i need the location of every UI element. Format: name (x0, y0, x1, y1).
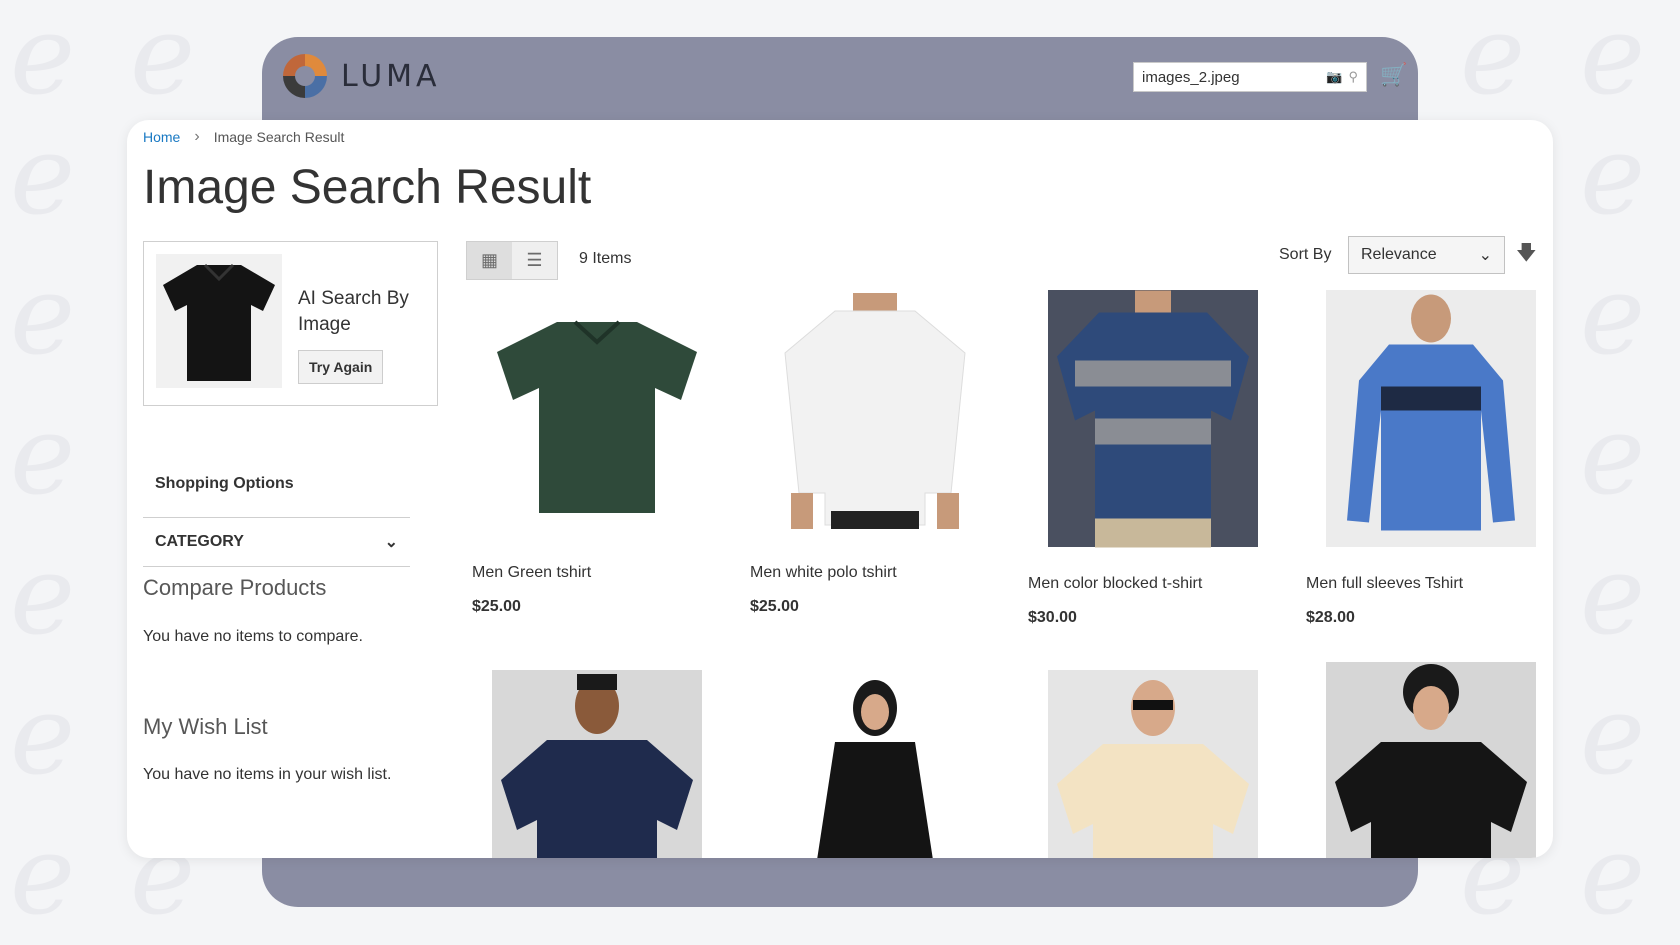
product-card[interactable]: Men Green tshirt $25.00 (472, 290, 722, 616)
sort-direction-icon[interactable]: 🡇 (1516, 238, 1537, 272)
product-card[interactable] (1306, 662, 1553, 858)
product-shirt-shape (501, 740, 693, 858)
camera-icon[interactable]: 📷 (1326, 69, 1342, 85)
product-image[interactable] (492, 670, 702, 858)
product-card[interactable]: Men white polo tshirt $25.00 (750, 290, 1000, 616)
compare-products-heading: Compare Products (143, 575, 327, 600)
search-input[interactable] (1142, 68, 1321, 86)
logo-icon (283, 54, 327, 98)
sort-by-label: Sort By (1279, 246, 1332, 263)
product-shirt-shape (784, 310, 966, 526)
product-shirt-shape (1057, 744, 1249, 858)
wish-list-text: You have no items in your wish list. (143, 766, 392, 783)
breadcrumb-home-link[interactable]: Home (143, 129, 180, 145)
product-price: $25.00 (472, 598, 521, 615)
product-name[interactable]: Men white polo tshirt (750, 564, 1000, 582)
compare-products-text: You have no items to compare. (143, 628, 363, 645)
try-again-button[interactable]: Try Again (298, 350, 384, 384)
category-filter[interactable]: CATEGORY ⌄ (143, 517, 410, 567)
grid-view-icon[interactable]: ▦ (467, 242, 512, 279)
breadcrumb-separator: › (194, 128, 200, 145)
product-card[interactable]: Men color blocked t-shirt $30.00 (1028, 290, 1278, 627)
main-content: Home › Image Search Result Image Search … (127, 120, 1553, 858)
shopping-options-heading: Shopping Options (155, 475, 294, 492)
category-label: CATEGORY (155, 533, 244, 550)
product-image[interactable] (770, 670, 980, 858)
list-view-icon[interactable]: ☰ (512, 242, 557, 279)
ai-search-panel: AI Search By Image Try Again (143, 241, 438, 406)
breadcrumb-current: Image Search Result (213, 129, 345, 145)
product-name[interactable]: Men color blocked t-shirt (1028, 575, 1278, 593)
wish-list-heading: My Wish List (143, 714, 268, 739)
ai-search-title: AI Search By Image (298, 288, 409, 335)
cart-icon[interactable]: 🛒 (1380, 62, 1407, 88)
search-icon[interactable]: ⚲ (1348, 69, 1358, 85)
product-price: $25.00 (750, 598, 799, 615)
product-price: $30.00 (1028, 609, 1077, 626)
page-title: Image Search Result (143, 161, 592, 214)
product-image[interactable] (492, 290, 702, 536)
product-name[interactable]: Men Green tshirt (472, 564, 722, 582)
sort-by-select[interactable]: Relevance ⌄ (1348, 236, 1505, 274)
logo-text: LUMA (341, 58, 441, 94)
luma-logo[interactable]: LUMA (283, 54, 441, 98)
product-image[interactable] (1326, 290, 1536, 547)
product-image[interactable] (770, 290, 980, 536)
product-card[interactable] (750, 670, 1000, 858)
sort-by-value: Relevance (1361, 246, 1437, 263)
product-image[interactable] (1326, 662, 1536, 858)
product-name[interactable]: Men full sleeves Tshirt (1306, 575, 1553, 593)
product-card[interactable] (472, 670, 722, 858)
product-shirt-shape (1335, 742, 1527, 858)
product-card[interactable] (1028, 670, 1278, 858)
product-shirt-shape (497, 322, 697, 513)
product-card[interactable]: Men full sleeves Tshirt $28.00 (1306, 290, 1553, 627)
search-box: 📷 ⚲ (1133, 62, 1367, 92)
chevron-down-icon: ⌄ (384, 534, 398, 551)
product-shirt-shape (817, 742, 933, 858)
view-mode-toggle: ▦ ☰ (466, 241, 558, 280)
chevron-down-icon: ⌄ (1478, 247, 1492, 264)
search-image-thumbnail (156, 254, 282, 388)
breadcrumb: Home › Image Search Result (143, 128, 344, 146)
product-price: $28.00 (1306, 609, 1355, 626)
product-shirt-shape (1347, 344, 1515, 530)
product-image[interactable] (1048, 670, 1258, 858)
items-count: 9 Items (579, 250, 632, 267)
product-image[interactable] (1048, 290, 1258, 547)
